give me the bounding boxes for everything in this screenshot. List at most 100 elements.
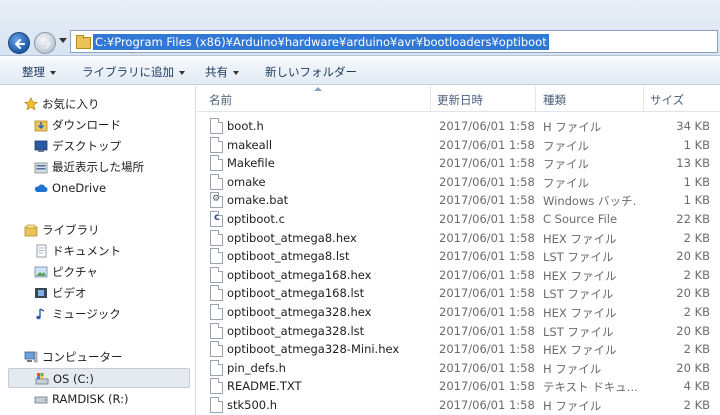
file-icon	[210, 378, 223, 395]
file-icon	[210, 248, 223, 265]
file-size: 1 KB	[683, 193, 710, 208]
file-name: optiboot_atmega328.lst	[227, 323, 365, 338]
file-row[interactable]: optiboot_atmega168.hex 2017/06/01 1:58 H…	[197, 266, 720, 284]
column-divider[interactable]	[643, 86, 644, 112]
file-date: 2017/06/01 1:58	[439, 193, 535, 208]
file-row[interactable]: optiboot_atmega328.lst 2017/06/01 1:58 L…	[197, 322, 720, 340]
music-note-icon	[36, 308, 45, 320]
file-type: HEX ファイル	[543, 306, 617, 320]
nav-label: デスクトップ	[52, 139, 121, 153]
nav-label: 最近表示した場所	[52, 160, 144, 174]
download-folder-icon	[34, 120, 48, 132]
file-list: 名前 更新日時 種類 サイズ boot.h 2017/06/01 1:58 H …	[197, 86, 720, 415]
file-row[interactable]: README.TXT 2017/06/01 1:58 テキスト ドキュ... 4…	[197, 377, 720, 395]
nav-label: RAMDISK (R:)	[52, 392, 129, 406]
file-row[interactable]: optiboot.c 2017/06/01 1:58 C Source File…	[197, 210, 720, 228]
nav-item-pictures[interactable]: ピクチャ	[34, 262, 184, 282]
file-type: ファイル	[543, 157, 589, 172]
file-icon	[210, 341, 223, 358]
nav-item-desktop[interactable]: デスクトップ	[34, 136, 184, 156]
file-type: テキスト ドキュ...	[543, 380, 637, 395]
file-icon	[210, 304, 223, 320]
column-divider[interactable]	[430, 86, 431, 112]
column-header-type[interactable]: 種類	[543, 92, 566, 108]
nav-item-downloads[interactable]: ダウンロード	[34, 115, 184, 135]
nav-item-videos[interactable]: ビデオ	[34, 283, 184, 303]
file-date: 2017/06/01 1:58	[439, 212, 535, 226]
column-header-date[interactable]: 更新日時	[437, 92, 483, 108]
file-icon	[210, 266, 223, 283]
back-button[interactable]	[8, 32, 30, 54]
file-icon	[210, 136, 223, 153]
organize-label: 整理	[22, 65, 45, 79]
file-icon	[210, 359, 223, 376]
forward-button[interactable]	[34, 32, 56, 54]
nav-label: コンピューター	[42, 350, 123, 364]
nav-label: ピクチャ	[52, 265, 98, 279]
file-row[interactable]: optiboot_atmega8.hex 2017/06/01 1:58 HEX…	[197, 229, 720, 247]
library-icon	[24, 224, 38, 237]
file-name: optiboot_atmega168.lst	[227, 286, 365, 301]
nav-item-recent-places[interactable]: 最近表示した場所	[34, 157, 184, 177]
nav-item-os-drive[interactable]: OS (C:)	[8, 368, 190, 388]
file-date: 2017/06/01 1:58	[439, 119, 535, 133]
nav-label: お気に入り	[42, 97, 100, 111]
file-row[interactable]: pin_defs.h 2017/06/01 1:58 H ファイル 20 KB	[197, 359, 720, 377]
column-header-name[interactable]: 名前	[209, 92, 232, 108]
file-row[interactable]: omake 2017/06/01 1:58 ファイル 1 KB	[197, 173, 720, 191]
file-date: 2017/06/01 1:58	[439, 267, 535, 282]
file-name: Makefile	[227, 156, 275, 171]
file-date: 2017/06/01 1:58	[439, 305, 535, 319]
file-row[interactable]: omake.bat 2017/06/01 1:58 Windows バッチ...…	[197, 191, 720, 209]
file-type: Windows バッチ...	[543, 194, 637, 209]
recent-places-icon	[34, 162, 48, 174]
column-divider[interactable]	[535, 86, 536, 112]
file-row[interactable]: boot.h 2017/06/01 1:58 H ファイル 34 KB	[197, 117, 720, 135]
nav-item-music[interactable]: ミュージック	[34, 304, 184, 324]
file-date: 2017/06/01 1:58	[439, 398, 535, 412]
column-header-row: 名前 更新日時 種類 サイズ	[197, 86, 720, 112]
file-size: 20 KB	[676, 360, 710, 375]
nav-item-ramdisk[interactable]: RAMDISK (R:)	[34, 389, 184, 409]
nav-item-computer[interactable]: コンピューター	[24, 347, 184, 367]
nav-item-documents[interactable]: ドキュメント	[34, 241, 184, 261]
file-icon	[210, 285, 223, 302]
nav-label: OS (C:)	[53, 372, 94, 386]
share-button[interactable]: 共有	[205, 64, 239, 80]
nav-item-libraries[interactable]: ライブラリ	[24, 220, 184, 240]
organize-button[interactable]: 整理	[22, 64, 56, 80]
file-date: 2017/06/01 1:58	[439, 286, 535, 301]
file-type: LST ファイル	[543, 250, 614, 265]
file-row[interactable]: optiboot_atmega8.lst 2017/06/01 1:58 LST…	[197, 247, 720, 265]
new-folder-button[interactable]: 新しいフォルダー	[265, 64, 357, 80]
address-bar[interactable]: C:¥Program Files (x86)¥Arduino¥hardware¥…	[70, 30, 718, 53]
nav-label: ドキュメント	[52, 244, 121, 258]
file-row[interactable]: makeall 2017/06/01 1:58 ファイル 1 KB	[197, 136, 720, 154]
file-type: ファイル	[543, 138, 589, 153]
file-row[interactable]: optiboot_atmega168.lst 2017/06/01 1:58 L…	[197, 284, 720, 302]
add-to-library-button[interactable]: ライブラリに追加	[82, 64, 185, 80]
file-date: 2017/06/01 1:58	[439, 342, 535, 357]
nav-item-favorites[interactable]: お気に入り	[24, 94, 184, 114]
file-type: H ファイル	[543, 361, 602, 376]
recent-locations-dropdown[interactable]	[59, 38, 67, 43]
address-path[interactable]: C:¥Program Files (x86)¥Arduino¥hardware¥…	[93, 34, 549, 50]
file-date: 2017/06/01 1:58	[439, 379, 535, 394]
file-type: ファイル	[543, 175, 589, 190]
file-date: 2017/06/01 1:58	[439, 360, 535, 375]
cloud-icon	[34, 184, 48, 192]
file-size: 2 KB	[683, 305, 710, 319]
desktop-icon	[34, 140, 48, 152]
file-row[interactable]: Makefile 2017/06/01 1:58 ファイル 13 KB	[197, 154, 720, 172]
file-row[interactable]: optiboot_atmega328-Mini.hex 2017/06/01 1…	[197, 340, 720, 358]
file-row[interactable]: stk500.h 2017/06/01 1:58 H ファイル 2 KB	[197, 396, 720, 414]
file-icon	[210, 118, 223, 134]
file-name: README.TXT	[227, 379, 302, 394]
file-row[interactable]: optiboot_atmega328.hex 2017/06/01 1:58 H…	[197, 303, 720, 321]
file-name: optiboot_atmega168.hex	[227, 267, 372, 282]
c-source-file-icon	[210, 211, 223, 227]
file-date: 2017/06/01 1:58	[439, 137, 535, 152]
nav-item-onedrive[interactable]: OneDrive	[34, 178, 184, 198]
column-header-size[interactable]: サイズ	[650, 92, 684, 108]
file-size: 20 KB	[676, 286, 710, 301]
